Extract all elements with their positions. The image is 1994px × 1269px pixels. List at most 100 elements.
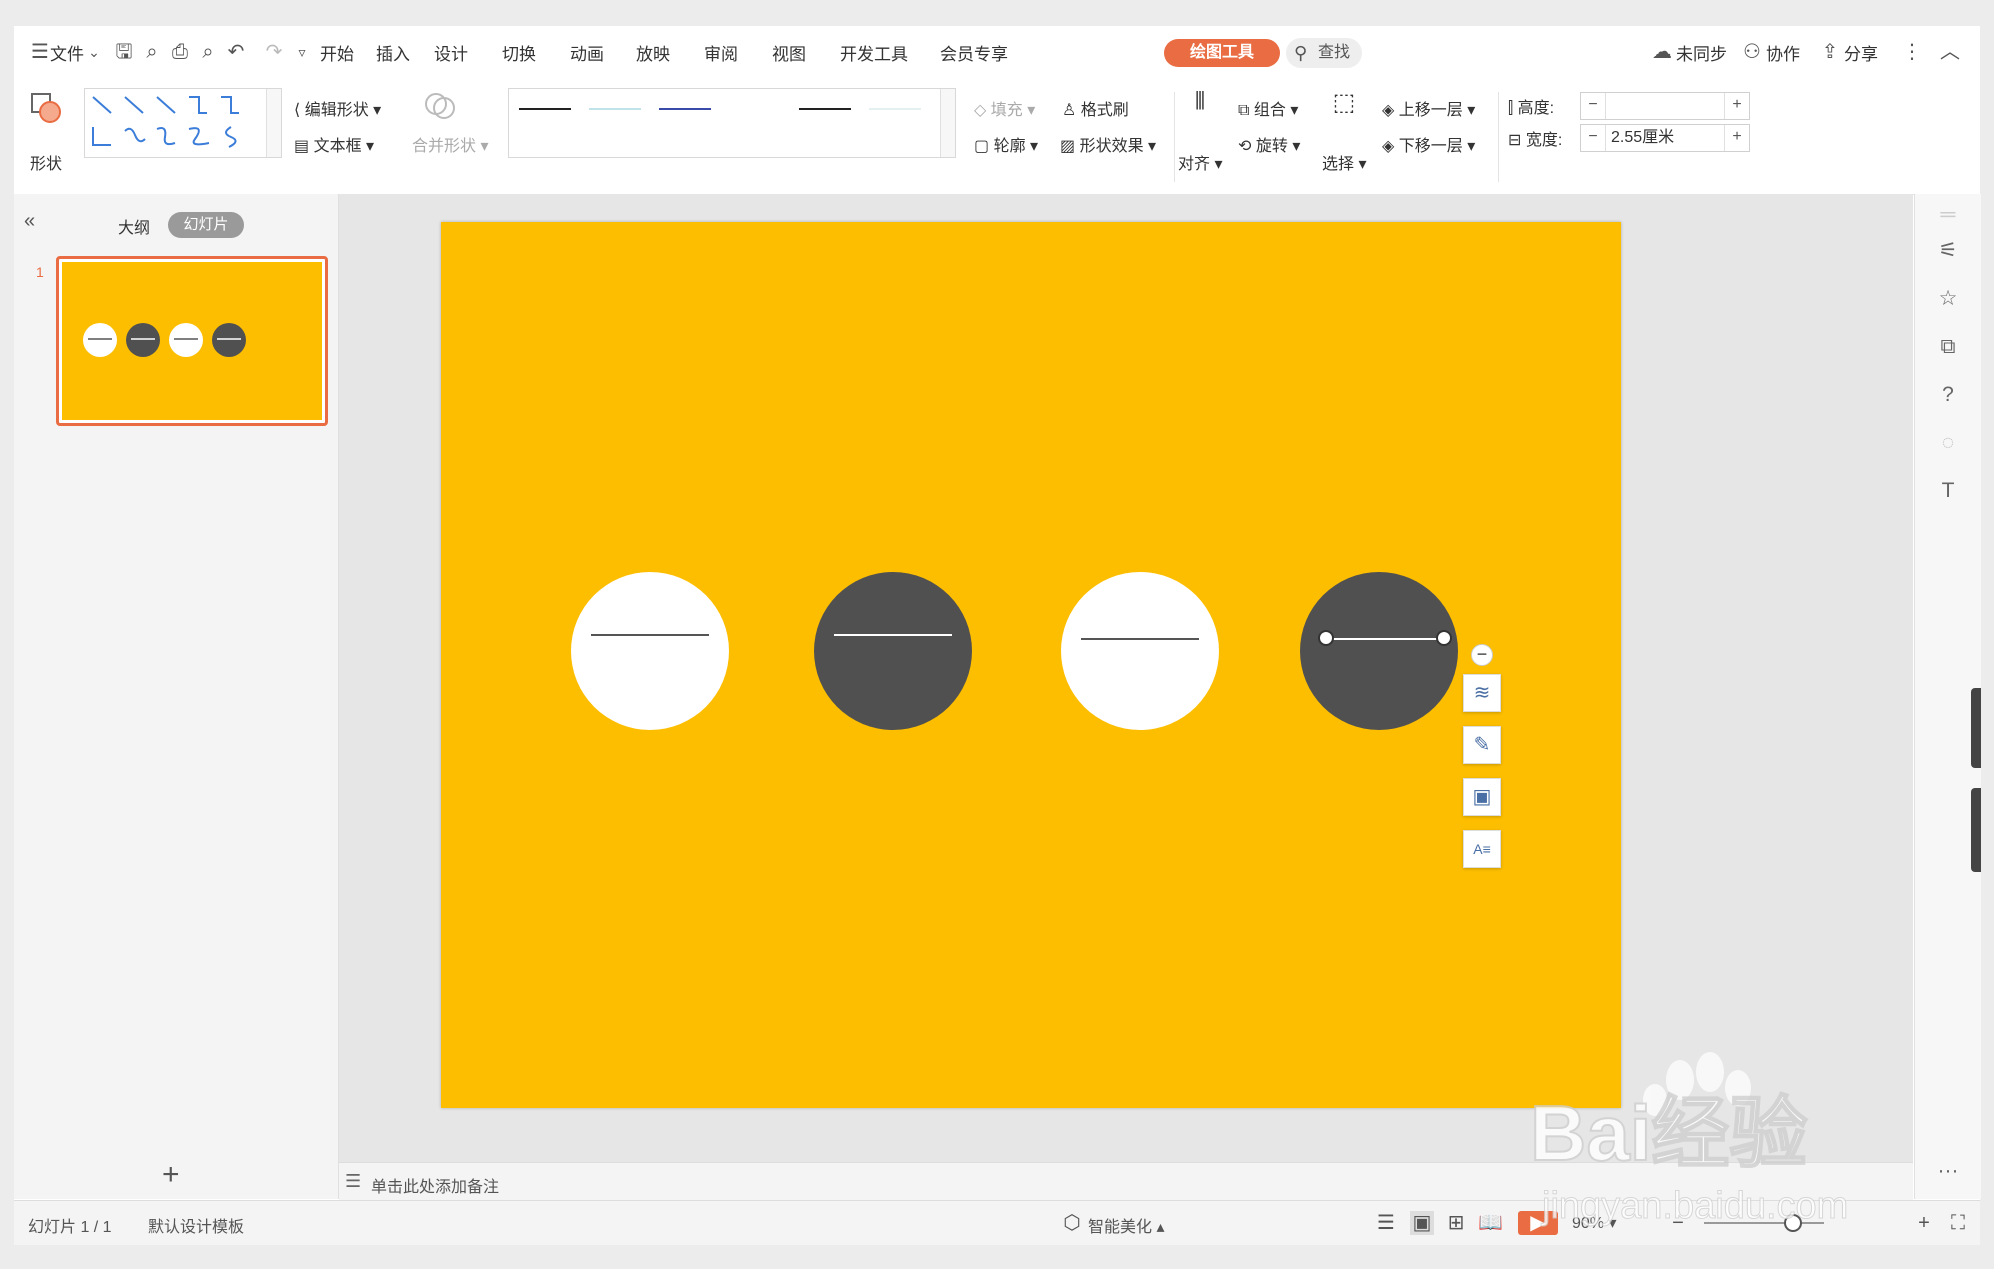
search-box[interactable]: ⚲ 查找 xyxy=(1286,38,1362,68)
line-gallery-scroll[interactable] xyxy=(940,89,955,157)
tab-developer[interactable]: 开发工具 xyxy=(840,40,908,65)
edit-shape-button[interactable]: ⟨ 编辑形状 ▾ xyxy=(294,96,381,120)
undo-icon[interactable]: ↶ xyxy=(224,40,248,64)
text-box-button[interactable]: ▤ 文本框 ▾ xyxy=(294,132,374,156)
properties-icon[interactable]: ⚟ xyxy=(1935,238,1961,264)
hamburger-icon[interactable]: ☰ xyxy=(28,40,52,64)
width-value[interactable]: 2.55厘米 xyxy=(1611,125,1674,151)
slide-thumbnail[interactable] xyxy=(56,256,328,426)
editing-canvas: − ≋ ✎ ▣ A≡ xyxy=(339,194,1913,1162)
align-icon: ⫴ xyxy=(1194,88,1206,115)
align-button[interactable]: 对齐 ▾ xyxy=(1178,150,1223,174)
line-shape-4-selected[interactable] xyxy=(1320,638,1438,640)
collapse-pane-icon[interactable]: « xyxy=(24,210,35,233)
unsync-button[interactable]: 未同步 xyxy=(1676,40,1727,65)
layers-icon[interactable]: ≋ xyxy=(1463,674,1501,712)
height-spinner[interactable]: − + xyxy=(1580,92,1750,120)
notes-placeholder[interactable]: 单击此处添加备注 xyxy=(371,1173,499,1197)
format-brush-button[interactable]: ♙ 格式刷 xyxy=(1062,96,1129,120)
save-icon[interactable]: 🖫 xyxy=(112,40,136,64)
select-button[interactable]: 选择 ▾ xyxy=(1322,150,1367,174)
text-wrap-icon[interactable]: A≡ xyxy=(1463,830,1501,868)
line-end-handle[interactable] xyxy=(1436,630,1452,646)
menu-file[interactable]: 文件 xyxy=(50,40,84,65)
select-icon: ⬚ xyxy=(1332,89,1356,116)
shape-effect-button[interactable]: ▨ 形状效果 ▾ xyxy=(1060,132,1156,156)
collab-button[interactable]: 协作 xyxy=(1766,40,1800,65)
tab-design[interactable]: 设计 xyxy=(434,40,468,65)
cloud-icon: ☁ xyxy=(1652,41,1672,63)
fill-icon: ◇ xyxy=(974,102,991,119)
transform-icon[interactable]: ⧉ xyxy=(1935,334,1961,360)
line-shape-2[interactable] xyxy=(834,634,952,636)
normal-view-icon[interactable]: ▣ xyxy=(1410,1211,1434,1235)
template-name[interactable]: 默认设计模板 xyxy=(148,1213,244,1237)
tab-home[interactable]: 开始 xyxy=(320,40,354,65)
text-icon[interactable]: T xyxy=(1935,478,1961,504)
send-backward-button[interactable]: ◈ 下移一层 ▾ xyxy=(1382,132,1475,156)
shape-icon[interactable] xyxy=(28,90,64,126)
tab-member[interactable]: 会员专享 xyxy=(940,40,1008,65)
bring-forward-button[interactable]: ◈ 上移一层 ▾ xyxy=(1382,96,1475,120)
search-icon: ⚲ xyxy=(1294,43,1308,63)
circle-shape-2[interactable] xyxy=(814,572,972,730)
format-painter-icon[interactable]: ⌕ xyxy=(140,40,164,64)
redo-icon[interactable]: ↷ xyxy=(262,40,286,64)
slide[interactable]: − ≋ ✎ ▣ A≡ xyxy=(441,222,1621,1108)
smart-beautify-button[interactable]: 智能美化 ▴ xyxy=(1088,1213,1165,1237)
tab-slideshow[interactable]: 放映 xyxy=(636,40,670,65)
width-decrease-button[interactable]: − xyxy=(1581,125,1606,151)
notes-toggle-icon[interactable]: ☰ xyxy=(1374,1211,1398,1235)
circle-shape-3[interactable] xyxy=(1061,572,1219,730)
frame-icon[interactable]: ▣ xyxy=(1463,778,1501,816)
reading-view-icon[interactable]: 📖 xyxy=(1478,1211,1503,1235)
pen-icon[interactable]: ✎ xyxy=(1463,726,1501,764)
outline-button[interactable]: ▢ 轮廓 ▾ xyxy=(974,132,1038,156)
side-tab-1[interactable] xyxy=(1971,688,1981,768)
rotate-button[interactable]: ⟲ 旋转 ▾ xyxy=(1238,132,1300,156)
circle-shape-1[interactable] xyxy=(571,572,729,730)
tab-outline[interactable]: 大纲 xyxy=(118,214,150,238)
line-shape-1[interactable] xyxy=(591,634,709,636)
customize-icon[interactable]: ▿ xyxy=(290,40,314,64)
line-start-handle[interactable] xyxy=(1318,630,1334,646)
height-increase-button[interactable]: + xyxy=(1724,93,1749,119)
help-icon[interactable]: ? xyxy=(1935,382,1961,408)
collapse-float-icon[interactable]: − xyxy=(1471,644,1493,666)
width-increase-button[interactable]: + xyxy=(1724,125,1749,151)
share-icon: ⇪ xyxy=(1821,41,1839,63)
sorter-view-icon[interactable]: ⊞ xyxy=(1444,1211,1468,1235)
thumbnail-canvas xyxy=(62,262,322,420)
tab-transition[interactable]: 切换 xyxy=(502,40,536,65)
tab-animation[interactable]: 动画 xyxy=(570,40,604,65)
share-button[interactable]: 分享 xyxy=(1844,40,1878,65)
connector-shapes-icon[interactable] xyxy=(85,89,267,157)
height-decrease-button[interactable]: − xyxy=(1581,93,1606,119)
shapes-gallery[interactable] xyxy=(84,88,282,158)
collapse-ribbon-icon[interactable]: ︿ xyxy=(1938,40,1962,64)
lightbulb-icon[interactable]: ◌ xyxy=(1935,430,1961,456)
width-spinner[interactable]: − 2.55厘米 + xyxy=(1580,124,1750,152)
baidu-watermark: Bai经验 jingyan.baidu.com xyxy=(1529,1050,1970,1240)
fill-button[interactable]: ◇ 填充 ▾ xyxy=(974,96,1035,120)
print-icon[interactable]: ⎙ xyxy=(168,40,192,64)
line-shape-3[interactable] xyxy=(1081,638,1199,640)
tab-review[interactable]: 审阅 xyxy=(704,40,738,65)
line-style-gallery[interactable] xyxy=(508,88,956,158)
merge-shape-button[interactable]: 合并形状 ▾ xyxy=(412,132,489,156)
tab-insert[interactable]: 插入 xyxy=(376,40,410,65)
animation-icon[interactable]: ☆ xyxy=(1935,286,1961,312)
gallery-scroll[interactable] xyxy=(266,89,281,157)
tab-drawing-tools[interactable]: 绘图工具 xyxy=(1164,39,1280,67)
group-button[interactable]: ⧉ 组合 ▾ xyxy=(1238,96,1298,120)
rotate-icon: ⟲ xyxy=(1238,138,1256,155)
add-slide-button[interactable]: + xyxy=(162,1158,180,1192)
circle-shape-4[interactable] xyxy=(1300,572,1458,730)
print-preview-icon[interactable]: ⌕ xyxy=(196,40,220,64)
more-icon[interactable]: ⋮ xyxy=(1900,40,1924,64)
shape-button[interactable]: 形状 xyxy=(30,150,62,174)
tab-slides[interactable]: 幻灯片 xyxy=(168,212,244,238)
chevron-down-icon[interactable]: ⌄ xyxy=(82,40,106,64)
side-tab-2[interactable] xyxy=(1971,788,1981,872)
tab-view[interactable]: 视图 xyxy=(772,40,806,65)
